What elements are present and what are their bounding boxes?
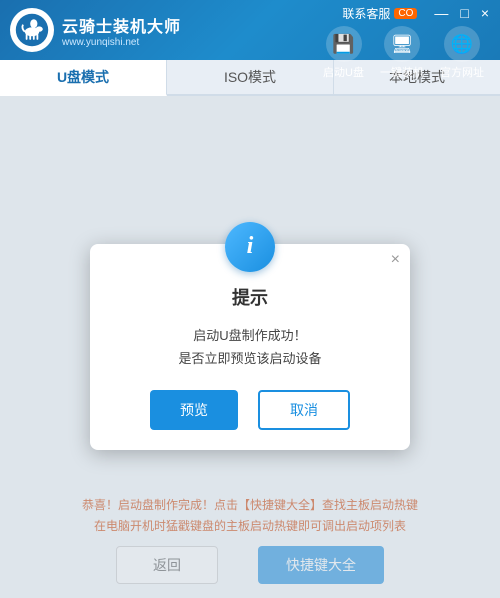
logo-area: 云骑士装机大师 www.yunqishi.net: [10, 8, 181, 52]
close-button[interactable]: ×: [476, 4, 494, 22]
website-icon: 🌐: [444, 26, 480, 62]
dialog-buttons: 预览 取消: [150, 390, 350, 430]
kefu-label: 联系客服: [342, 5, 390, 22]
dialog-message-line1: 启动U盘制作成功！: [178, 324, 321, 347]
kefu-badge: CO: [394, 8, 417, 19]
kefu-area: 联系客服 CO: [342, 5, 427, 22]
tab-udisk-mode[interactable]: U盘模式: [0, 60, 167, 96]
nav-install[interactable]: 🖥 一键装机: [380, 26, 424, 80]
nav-udisk[interactable]: 💾 启动U盘: [323, 26, 364, 80]
preview-button[interactable]: 预览: [150, 390, 238, 430]
dialog: × i 提示 启动U盘制作成功！ 是否立即预览该启动设备 预览 取消: [90, 244, 410, 451]
dialog-message-line2: 是否立即预览该启动设备: [178, 347, 321, 370]
dialog-close-button[interactable]: ×: [391, 252, 400, 268]
cancel-button[interactable]: 取消: [258, 390, 350, 430]
nav-website-label: 官方网址: [440, 64, 484, 80]
nav-website[interactable]: 🌐 官方网址: [440, 26, 484, 80]
nav-install-label: 一键装机: [380, 64, 424, 80]
titlebar: 云骑士装机大师 www.yunqishi.net 联系客服 CO — □ × 💾…: [0, 0, 500, 60]
modal-overlay: × i 提示 启动U盘制作成功！ 是否立即预览该启动设备 预览 取消: [0, 96, 500, 598]
dialog-icon-wrap: i: [225, 222, 275, 272]
logo-circle: [10, 8, 54, 52]
app-title: 云骑士装机大师: [62, 13, 181, 37]
top-right: 联系客服 CO — □ × 💾 启动U盘 🖥 一键装机 🌐 官方网址: [323, 0, 500, 80]
dialog-message: 启动U盘制作成功！ 是否立即预览该启动设备: [158, 324, 341, 371]
app-website: www.yunqishi.net: [62, 37, 181, 48]
dialog-title: 提示: [232, 284, 268, 310]
udisk-icon: 💾: [326, 26, 362, 62]
window-controls: 联系客服 CO — □ ×: [342, 0, 500, 22]
minimize-button[interactable]: —: [429, 4, 453, 22]
info-icon: i: [247, 233, 254, 260]
nav-icons: 💾 启动U盘 🖥 一键装机 🌐 官方网址: [323, 26, 500, 80]
nav-udisk-label: 启动U盘: [323, 64, 364, 80]
restore-button[interactable]: □: [455, 4, 473, 22]
install-icon: 🖥: [384, 26, 420, 62]
tab-iso-mode[interactable]: ISO模式: [167, 60, 334, 94]
logo-icon: [14, 12, 50, 48]
logo-text: 云骑士装机大师 www.yunqishi.net: [62, 13, 181, 48]
main-content: 恭喜！启动盘制作完成！点击【快捷键大全】查找主板启动热键 在电脑开机时猛戳键盘的…: [0, 96, 500, 598]
